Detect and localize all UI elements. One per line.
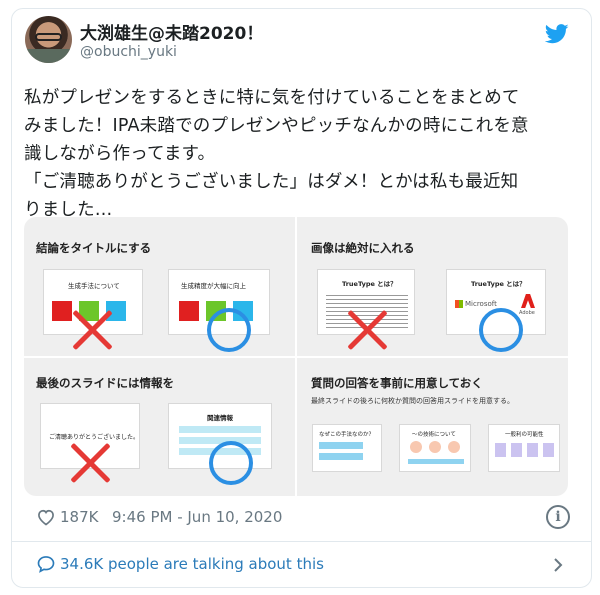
answer-slide: 一般利の可能性 [488, 424, 560, 472]
logo-text: Adobe [519, 310, 535, 316]
slide-label: 〜の技術について [412, 432, 456, 438]
heart-icon[interactable] [36, 507, 56, 527]
info-bar [408, 459, 464, 464]
slide-label: 生成精度が大幅に向上 [181, 282, 246, 290]
tweet-timestamp[interactable]: 9:46 PM - Jun 10, 2020 [112, 508, 282, 526]
author-handle[interactable]: @obuchi_yuki [80, 44, 177, 60]
slide-label: なぜこの手法なのか？ [319, 432, 375, 438]
tweet-text-line: 識しながら作ってます。 [24, 144, 216, 164]
red-square [179, 301, 199, 321]
good-mark-icon [207, 308, 251, 352]
circle-shape [448, 441, 460, 453]
author-name[interactable]: 大渕雄生@未踏2020！ [80, 19, 263, 44]
info-bar [179, 426, 261, 433]
slide-label: TrueType とは？ [471, 280, 526, 288]
answer-slide: なぜこの手法なのか？ [312, 424, 382, 472]
circle-shape [410, 441, 422, 453]
slide-label: 一般利の可能性 [505, 432, 544, 438]
circle-shape [429, 441, 441, 453]
good-mark-icon [209, 441, 253, 485]
tweet-text-line: 「ご清聴ありがとうございました」はダメ！とかは私も最近知 [24, 172, 519, 192]
info-bar [319, 453, 363, 460]
slide-label: 生成手法について [68, 282, 120, 290]
comment-bubble-icon[interactable] [36, 554, 56, 574]
tile-shape [527, 443, 538, 457]
like-count[interactable]: 187K [60, 508, 98, 526]
bad-mark-icon [346, 308, 390, 352]
logo-text: Microsoft [465, 300, 497, 308]
answer-slide: 〜の技術について [399, 424, 471, 472]
image-divider-horizontal [24, 356, 568, 358]
panel-subtitle: 最終スライドの後ろに何枚か質問の回答用スライドを用意する。 [311, 397, 514, 405]
footer-divider [11, 541, 592, 542]
panel-title: 最後のスライドには情報を [36, 376, 174, 390]
tweet-text: 私がプレゼンをするときに特に気を付けていることをまとめて みました！IPA未踏で… [24, 84, 564, 224]
microsoft-logo-icon [455, 300, 463, 308]
bad-mark-icon [71, 308, 115, 352]
tweet-text-line: 私がプレゼンをするときに特に気を付けていることをまとめて [24, 88, 520, 108]
panel-title: 質問の回答を事前に用意しておく [311, 376, 483, 390]
tweet-text-line: みました！IPA未踏でのプレゼンやピッチなんかの時にこれを意 [24, 116, 529, 136]
tile-shape [543, 443, 554, 457]
tile-shape [511, 443, 522, 457]
panel-title: 画像は絶対に入れる [311, 241, 415, 255]
bad-mark-icon [69, 441, 113, 485]
info-bar [319, 442, 363, 449]
red-square [52, 301, 72, 321]
slide-label: TrueType とは？ [342, 280, 397, 288]
adobe-logo-icon [521, 294, 535, 308]
tile-shape [495, 443, 506, 457]
avatar-shirt [25, 49, 72, 63]
slide-label: 関連情報 [207, 414, 233, 422]
tweet-image[interactable]: 結論をタイトルにする 生成手法について 生成精度が大幅に向上 画像は絶対に入れる… [24, 217, 568, 496]
avatar-glasses [35, 33, 62, 41]
info-icon[interactable]: i [546, 505, 570, 529]
avatar[interactable] [25, 16, 72, 63]
good-mark-icon [479, 308, 523, 352]
twitter-bird-icon[interactable] [545, 24, 569, 44]
panel-title: 結論をタイトルにする [36, 241, 152, 255]
chevron-right-icon[interactable] [550, 555, 566, 575]
slide-label: ご清聴ありがとうございました。 [49, 434, 140, 441]
conversation-link[interactable]: 34.6K people are talking about this [60, 555, 324, 573]
